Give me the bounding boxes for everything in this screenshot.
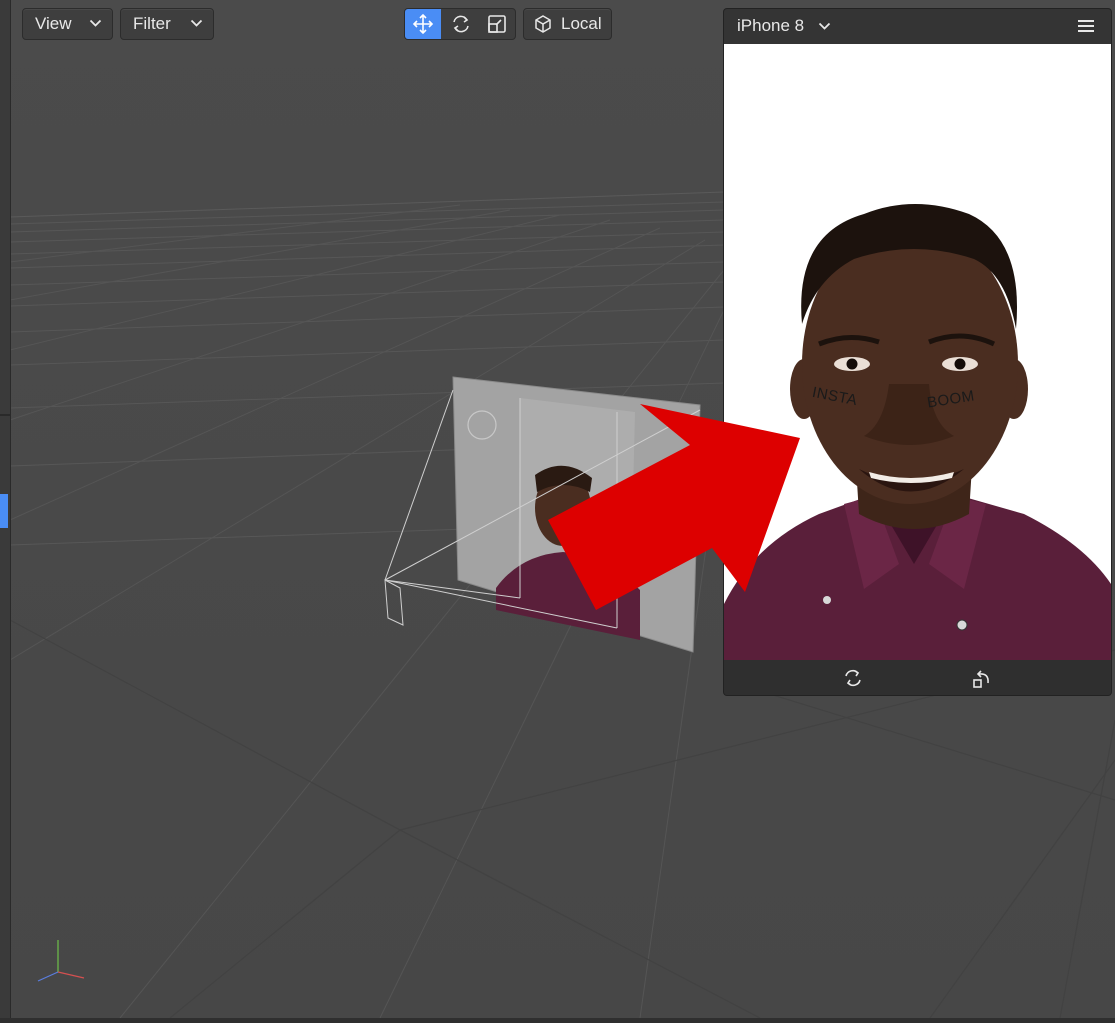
- transform-tool-group: [404, 8, 516, 40]
- bottom-panel-edge: [0, 1018, 1115, 1023]
- local-space-toggle[interactable]: Local: [523, 8, 612, 40]
- camera-preview: INSTA BOOM: [724, 44, 1111, 660]
- device-dropdown[interactable]: iPhone 8: [737, 16, 831, 36]
- chevron-down-icon: [818, 22, 831, 30]
- preview-header: iPhone 8: [724, 9, 1111, 44]
- local-label: Local: [561, 14, 602, 33]
- hamburger-menu-icon[interactable]: [1077, 18, 1095, 34]
- filter-dropdown[interactable]: Filter: [120, 8, 214, 40]
- reset-rotate-icon[interactable]: [971, 668, 993, 690]
- scale-icon: [488, 15, 506, 33]
- device-preview-panel: iPhone 8 INSTA BOOM: [724, 9, 1111, 695]
- scale-tool-button[interactable]: [479, 9, 515, 39]
- move-tool-button[interactable]: [405, 9, 441, 39]
- flip-camera-icon[interactable]: [842, 668, 864, 688]
- rotate-tool-button[interactable]: [443, 9, 479, 39]
- view-dropdown[interactable]: View: [22, 8, 113, 40]
- rotate-icon: [453, 15, 469, 33]
- view-label: View: [35, 14, 72, 33]
- person-photo: [724, 44, 1111, 660]
- filter-label: Filter: [133, 14, 171, 33]
- selected-indicator[interactable]: [0, 494, 8, 528]
- chevron-down-icon: [89, 19, 102, 27]
- scene-viewport[interactable]: View Filter Local iPhone 8 INSTA BOOM: [0, 0, 1115, 1023]
- move-arrows-icon: [412, 13, 434, 35]
- cube-icon: [535, 15, 551, 33]
- device-name: iPhone 8: [737, 16, 805, 35]
- panel-divider: [0, 414, 10, 416]
- preview-footer: [724, 660, 1111, 695]
- chevron-down-icon: [190, 19, 203, 27]
